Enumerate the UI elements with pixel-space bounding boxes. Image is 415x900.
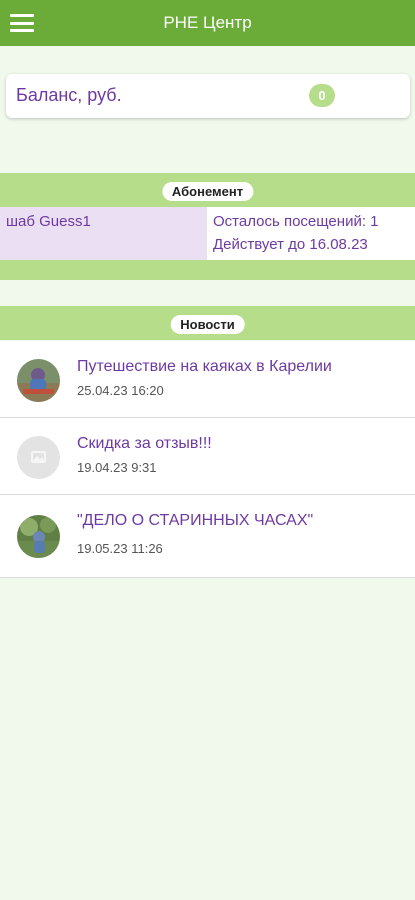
balance-label: Баланс, руб. [16,85,122,105]
news-item-title: Путешествие на каяках в Карелии [77,358,332,375]
news-item-title: "ДЕЛО О СТАРИННЫХ ЧАСАХ" [77,512,314,529]
subscription-name-cell: шаб Guess1 [0,207,207,260]
balance-value-badge: 0 [309,84,335,107]
news-item[interactable]: Путешествие на каяках в Карелии 25.04.23… [0,341,415,418]
subscription-valid-until: Действует до 16.08.23 [213,236,368,253]
subscription-section-header: Абонемент [0,173,415,207]
event-photo [17,515,60,558]
news-item[interactable]: "ДЕЛО О СТАРИННЫХ ЧАСАХ" 19.05.23 11:26 [0,495,415,578]
app-bar: PHE Центр [0,0,415,46]
news-item-date: 25.04.23 16:20 [77,383,164,398]
news-section-header: Новости [0,306,415,340]
news-section-title: Новости [170,315,245,334]
subscription-name: шаб Guess1 [6,213,91,230]
subscription-row[interactable]: шаб Guess1 Осталось посещений: 1 Действу… [0,207,415,260]
subscription-section-title: Абонемент [161,182,254,201]
subscription-details-cell: Осталось посещений: 1 Действует до 16.08… [207,207,415,260]
subscription-visits-left: Осталось посещений: 1 [213,213,379,230]
news-item-date: 19.04.23 9:31 [77,460,157,475]
balance-card[interactable]: Баланс, руб. 0 [6,74,410,118]
news-item-date: 19.05.23 11:26 [77,541,163,556]
news-item-title: Скидка за отзыв!!! [77,435,212,452]
app-title: PHE Центр [163,13,252,32]
placeholder-image-icon [17,436,60,479]
kayak-trip-photo [17,359,60,402]
news-item[interactable]: Скидка за отзыв!!! 19.04.23 9:31 [0,418,415,495]
subscription-section-footer [0,260,415,280]
